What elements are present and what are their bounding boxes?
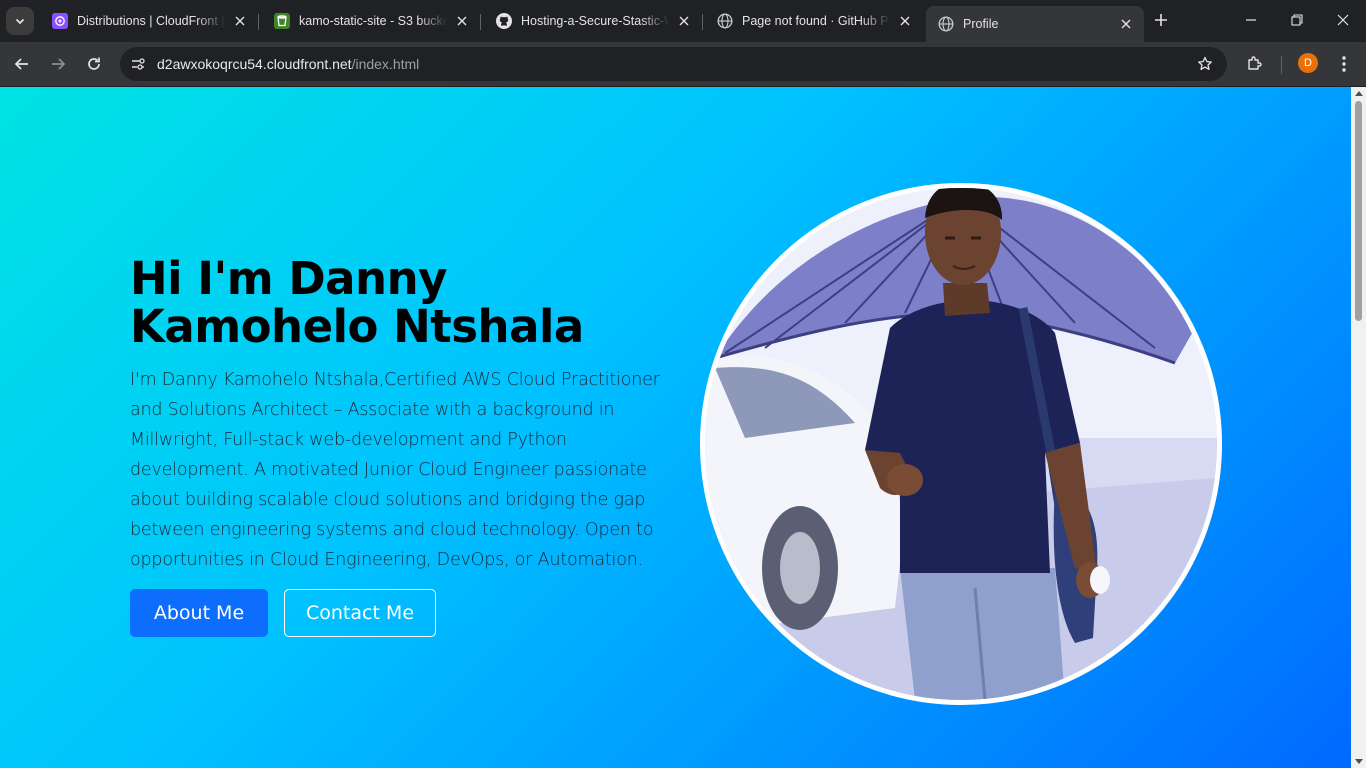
tab-title: kamo-static-site - S3 bucket (299, 14, 448, 28)
address-bar[interactable]: d2awxokoqrcu54.cloudfront.net/index.html (120, 47, 1227, 81)
close-tab-icon[interactable] (232, 13, 248, 29)
close-window-button[interactable] (1320, 0, 1366, 40)
reload-icon (88, 57, 100, 70)
browser-menu-button[interactable] (1334, 52, 1354, 76)
chevron-down-icon (15, 18, 25, 25)
tab-title: Profile (963, 17, 999, 31)
tab-s3-bucket[interactable]: kamo-static-site - S3 bucket (262, 6, 481, 36)
restore-button[interactable] (1274, 0, 1320, 40)
scroll-down-arrow-icon[interactable] (1355, 759, 1363, 764)
profile-avatar[interactable]: D (1298, 53, 1318, 73)
site-settings-icon[interactable] (128, 54, 148, 74)
tab-title: Page not found · GitHub Pag (742, 14, 891, 28)
cloudfront-icon (52, 13, 68, 29)
close-tab-icon[interactable] (897, 13, 913, 29)
tab-profile[interactable]: Profile (926, 6, 1144, 42)
close-tab-icon[interactable] (1118, 16, 1134, 32)
scroll-up-arrow-icon[interactable] (1355, 91, 1363, 96)
arrow-left-icon (14, 58, 28, 70)
tab-search-button[interactable] (6, 7, 34, 35)
close-tab-icon[interactable] (676, 13, 692, 29)
tab-title: Hosting-a-Secure-Stastic-We (521, 14, 670, 28)
s3-bucket-icon (274, 13, 290, 29)
browser-toolbar: d2awxokoqrcu54.cloudfront.net/index.html… (0, 42, 1366, 87)
page-scrollbar[interactable] (1351, 87, 1366, 768)
plus-icon (1155, 14, 1167, 26)
restore-icon (1291, 14, 1303, 26)
tab-cloudfront[interactable]: Distributions | CloudFront | G (40, 6, 259, 36)
close-icon (1337, 14, 1349, 26)
extensions-button[interactable] (1243, 51, 1267, 75)
page-viewport: Hi I'm Danny Kamohelo Ntshala I'm Danny … (0, 87, 1351, 768)
arrow-right-icon (52, 58, 66, 70)
hero-heading: Hi I'm Danny Kamohelo Ntshala (130, 252, 584, 353)
forward-button[interactable] (44, 50, 72, 78)
tab-github-pages[interactable]: Page not found · GitHub Pag (705, 6, 923, 36)
url-path: /index.html (351, 56, 420, 72)
globe-icon (717, 13, 733, 29)
github-icon (496, 13, 512, 29)
bookmark-star-icon[interactable] (1195, 54, 1215, 74)
puzzle-icon (1248, 56, 1262, 70)
more-vertical-icon (1342, 56, 1346, 72)
about-me-button[interactable]: About Me (130, 589, 268, 637)
tab-separator (480, 14, 481, 30)
back-button[interactable] (8, 50, 36, 78)
tab-separator (702, 14, 703, 30)
minimize-icon (1246, 19, 1256, 21)
tab-strip: Distributions | CloudFront | G kamo-stat… (0, 0, 1366, 42)
close-tab-icon[interactable] (454, 13, 470, 29)
minimize-button[interactable] (1228, 0, 1274, 40)
contact-me-button[interactable]: Contact Me (284, 589, 436, 637)
globe-icon (938, 16, 954, 32)
toolbar-divider (1281, 56, 1282, 74)
reload-button[interactable] (80, 50, 108, 78)
url-host: d2awxokoqrcu54.cloudfront.net (157, 56, 352, 72)
hero-description: I'm Danny Kamohelo Ntshala,Certified AWS… (130, 370, 660, 570)
new-tab-button[interactable] (1150, 9, 1172, 31)
tab-github-repo[interactable]: Hosting-a-Secure-Stastic-We (484, 6, 703, 36)
scroll-thumb[interactable] (1355, 101, 1362, 321)
tab-title: Distributions | CloudFront | G (77, 14, 226, 28)
profile-photo (700, 183, 1222, 705)
url-text[interactable]: d2awxokoqrcu54.cloudfront.net/index.html (157, 56, 419, 72)
tab-separator (258, 14, 259, 30)
